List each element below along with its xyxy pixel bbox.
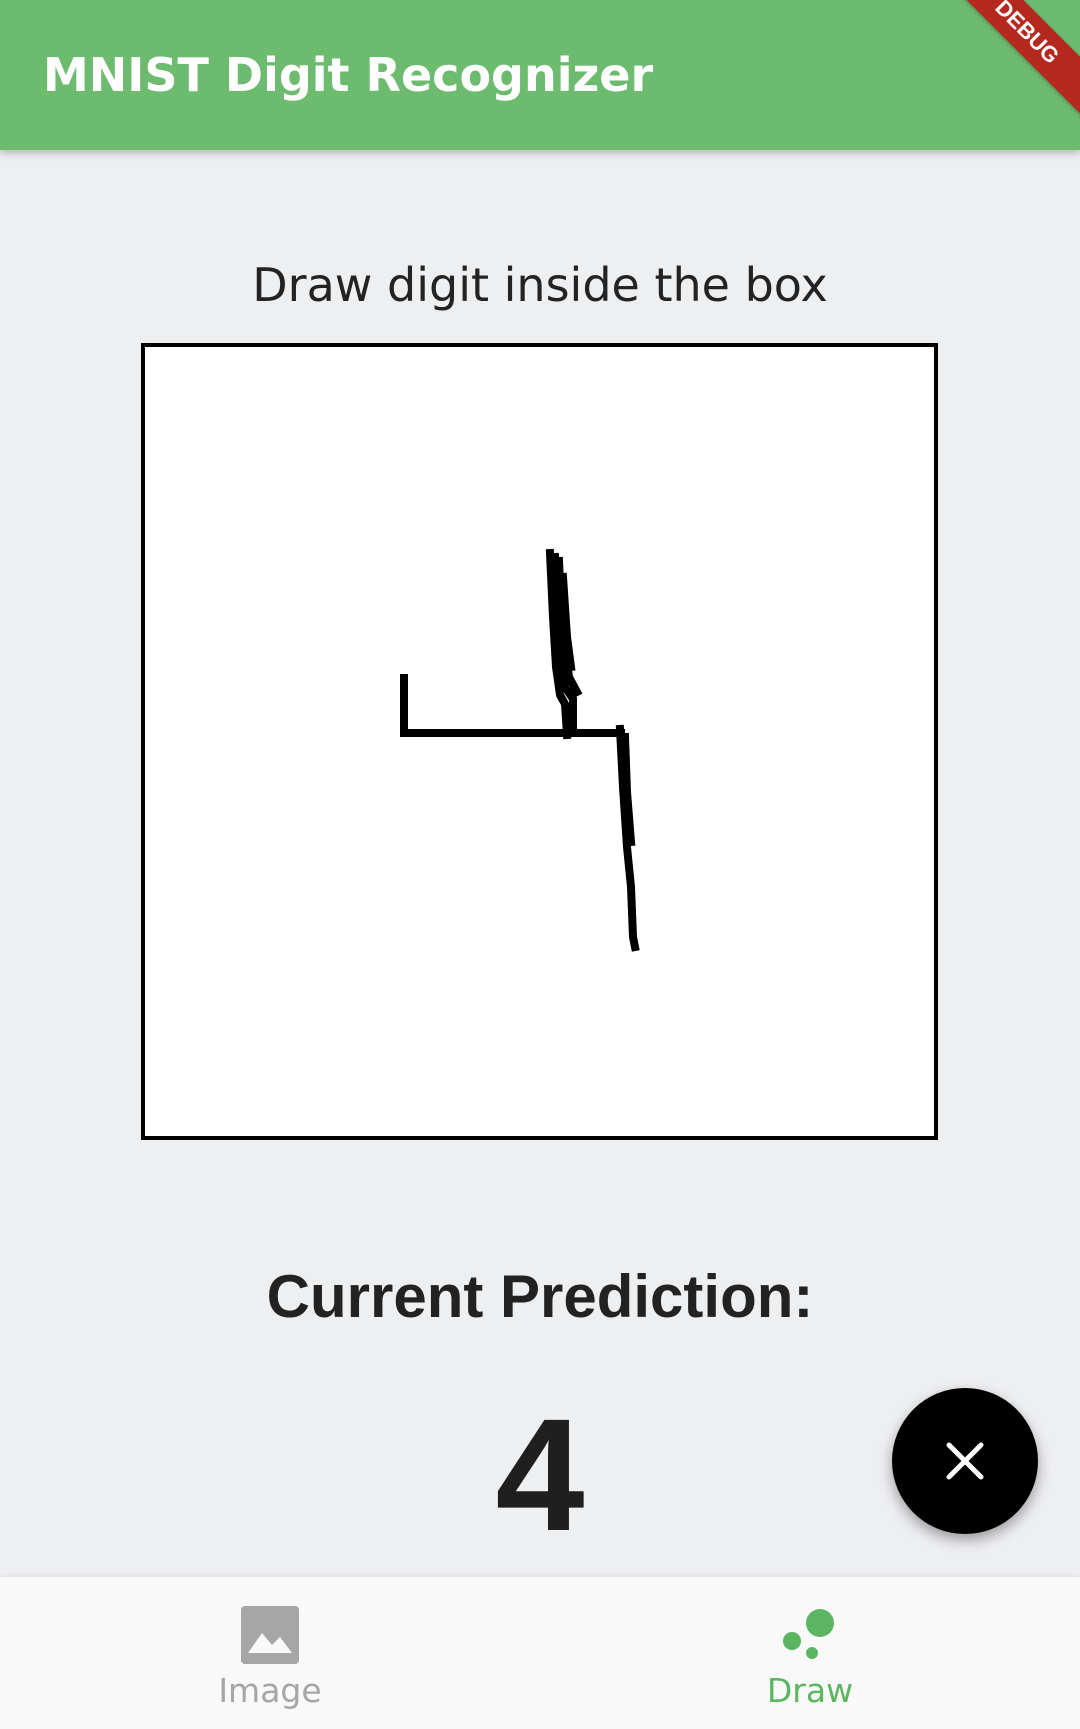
prediction-label: Current Prediction: [266,1263,814,1330]
screen: MNIST Digit Recognizer DEBUG Draw digit … [0,0,1080,1729]
instruction-text: Draw digit inside the box [252,258,828,312]
nav-label-image: Image [218,1671,322,1710]
app-title: MNIST Digit Recognizer [43,48,654,102]
close-icon [946,1442,984,1480]
app-bar: MNIST Digit Recognizer DEBUG [0,0,1080,150]
nav-label-draw: Draw [766,1671,854,1710]
nav-item-draw[interactable]: Draw [540,1577,1080,1729]
clear-button[interactable] [892,1388,1038,1534]
drawing-canvas[interactable] [141,343,938,1140]
bottom-nav: Image Draw [0,1577,1080,1729]
nav-item-image[interactable]: Image [0,1577,540,1729]
image-icon [241,1606,299,1664]
scatter-dots-icon [783,1609,834,1659]
drawn-digit-strokes [400,548,640,952]
debug-banner: DEBUG [931,0,1080,128]
